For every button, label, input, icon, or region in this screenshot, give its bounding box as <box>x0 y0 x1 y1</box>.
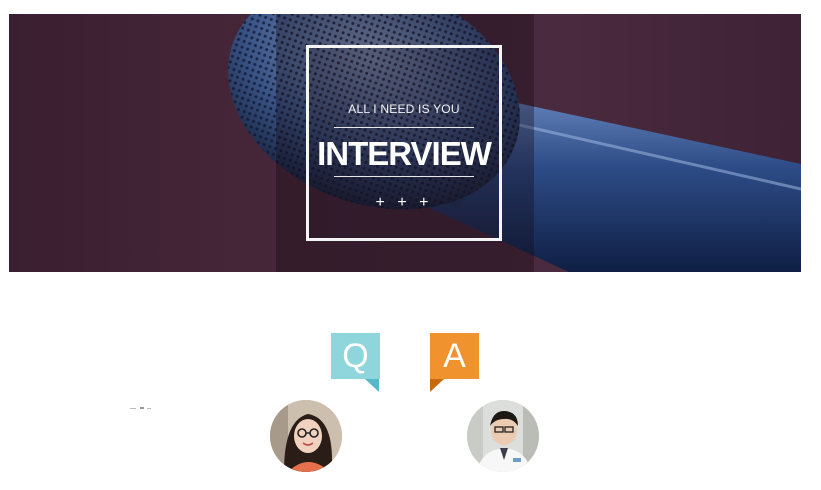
doctor-avatar-icon <box>467 400 539 472</box>
interviewee-avatar <box>467 400 539 472</box>
woman-avatar-icon <box>270 400 342 472</box>
banner-decoration: + + + <box>375 194 433 211</box>
faint-mark <box>130 407 151 409</box>
interviewer-avatar <box>270 400 342 472</box>
frame-divider-top <box>334 127 474 128</box>
banner-title: INTERVIEW <box>317 135 492 172</box>
title-frame: ALL I NEED IS YOU INTERVIEW + + + <box>306 45 502 241</box>
interview-banner: ALL I NEED IS YOU INTERVIEW + + + <box>9 14 801 272</box>
frame-divider-bottom <box>334 176 474 177</box>
answer-badge-tail <box>430 379 444 392</box>
question-badge: Q <box>331 333 380 379</box>
banner-tagline: ALL I NEED IS YOU <box>348 102 460 116</box>
question-badge-tail <box>365 379 379 392</box>
answer-badge: A <box>430 333 479 379</box>
